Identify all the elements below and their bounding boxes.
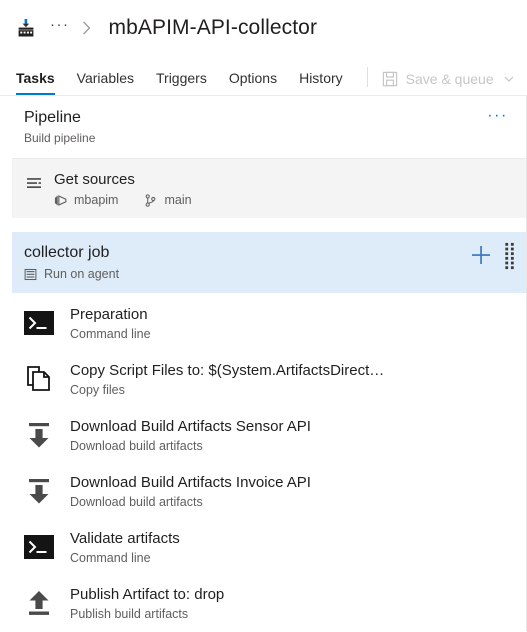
copy-files-icon [27,366,50,391]
task-row[interactable]: Download Build Artifacts Invoice API Dow… [12,463,526,519]
pipeline-subtitle: Build pipeline [24,131,96,145]
chevron-down-icon[interactable] [504,74,514,84]
task-row[interactable]: Validate artifacts Command line [12,519,526,575]
pipeline-overflow-menu[interactable]: ··· [487,108,508,124]
tab-variables[interactable]: Variables [77,70,134,95]
branch-name: main [164,193,192,207]
add-task-button[interactable] [470,244,492,266]
save-and-queue-button[interactable]: Save & queue [382,71,514,95]
chevron-right-icon [82,21,90,35]
get-sources-row[interactable]: Get sources mbapim main [12,159,526,218]
tab-options[interactable]: Options [229,70,277,95]
task-subtitle: Publish build artifacts [70,606,189,621]
publish-artifacts-icon [29,591,49,615]
agent-server-icon [24,268,37,280]
tab-tasks[interactable]: Tasks [16,70,55,95]
task-title: Download Build Artifacts Sensor API [70,417,311,435]
task-texts: Copy Script Files to: $(System.Artifacts… [70,361,384,398]
task-title: Copy Script Files to: $(System.Artifacts… [70,361,385,379]
task-texts: Download Build Artifacts Sensor API Down… [70,417,311,454]
task-list: Preparation Command line Copy Script Fil… [12,293,526,631]
pipeline-title: Pipeline [24,109,81,126]
page-title: mbAPIM-API-collector [108,16,318,39]
task-subtitle: Download build artifacts [70,494,203,509]
task-texts: Publish Artifact to: drop Publish build … [70,585,224,622]
tab-history[interactable]: History [299,70,343,95]
task-texts: Validate artifacts Command line [70,529,180,566]
job-agent-info: Run on agent [24,267,119,281]
job-title: collector job [24,244,110,261]
breadcrumb: ··· mbAPIM-API-collector [0,0,527,56]
tab-bar: Tasks Variables Triggers Options History… [0,56,527,96]
task-title: Download Build Artifacts Invoice API [70,473,311,491]
task-title: Validate artifacts [70,529,180,547]
drag-handle-icon[interactable] [504,242,516,270]
task-title: Preparation [70,305,148,323]
pipeline-content: Pipeline Build pipeline ··· Get sources [0,96,527,631]
tab-triggers[interactable]: Triggers [156,70,207,95]
build-pipeline-icon[interactable] [16,18,36,38]
breadcrumb-overflow[interactable]: ··· [50,17,70,36]
azure-devops-pipeline-editor: ··· mbAPIM-API-collector Tasks Variables… [0,0,527,632]
job-agent-label: Run on agent [44,267,120,281]
task-row[interactable]: Publish Artifact to: drop Publish build … [12,575,526,631]
get-sources-icon [27,178,41,188]
branch-icon [146,193,156,207]
repository-chip[interactable]: mbapim [54,193,118,207]
download-artifacts-icon [29,423,49,448]
task-row[interactable]: Download Build Artifacts Sensor API Down… [12,407,526,463]
download-artifacts-icon [29,479,49,504]
job-actions [470,242,516,270]
task-subtitle: Copy files [70,382,125,397]
task-texts: Download Build Artifacts Invoice API Dow… [70,473,311,510]
command-line-icon [24,535,54,559]
azure-repos-icon [54,194,67,206]
save-floppy-icon [382,71,397,87]
command-line-icon [24,311,54,335]
task-row[interactable]: Preparation Command line [12,295,526,351]
task-subtitle: Command line [70,326,151,341]
pipeline-row[interactable]: Pipeline Build pipeline ··· [12,96,526,159]
task-row[interactable]: Copy Script Files to: $(System.Artifacts… [12,351,526,407]
toolbar-divider [366,67,368,87]
task-texts: Preparation Command line [70,305,151,342]
task-title: Publish Artifact to: drop [70,585,225,603]
pipeline-panel: Pipeline Build pipeline ··· Get sources [12,96,527,631]
job-row-collector-job[interactable]: collector job Run on agent [12,232,526,293]
repository-name: mbapim [74,193,119,207]
branch-chip[interactable]: main [144,193,192,207]
save-and-queue-label: Save & queue [405,71,494,87]
task-subtitle: Download build artifacts [70,438,203,453]
task-subtitle: Command line [70,550,151,565]
get-sources-meta: mbapim main [54,193,218,207]
get-sources-title: Get sources [54,171,135,188]
